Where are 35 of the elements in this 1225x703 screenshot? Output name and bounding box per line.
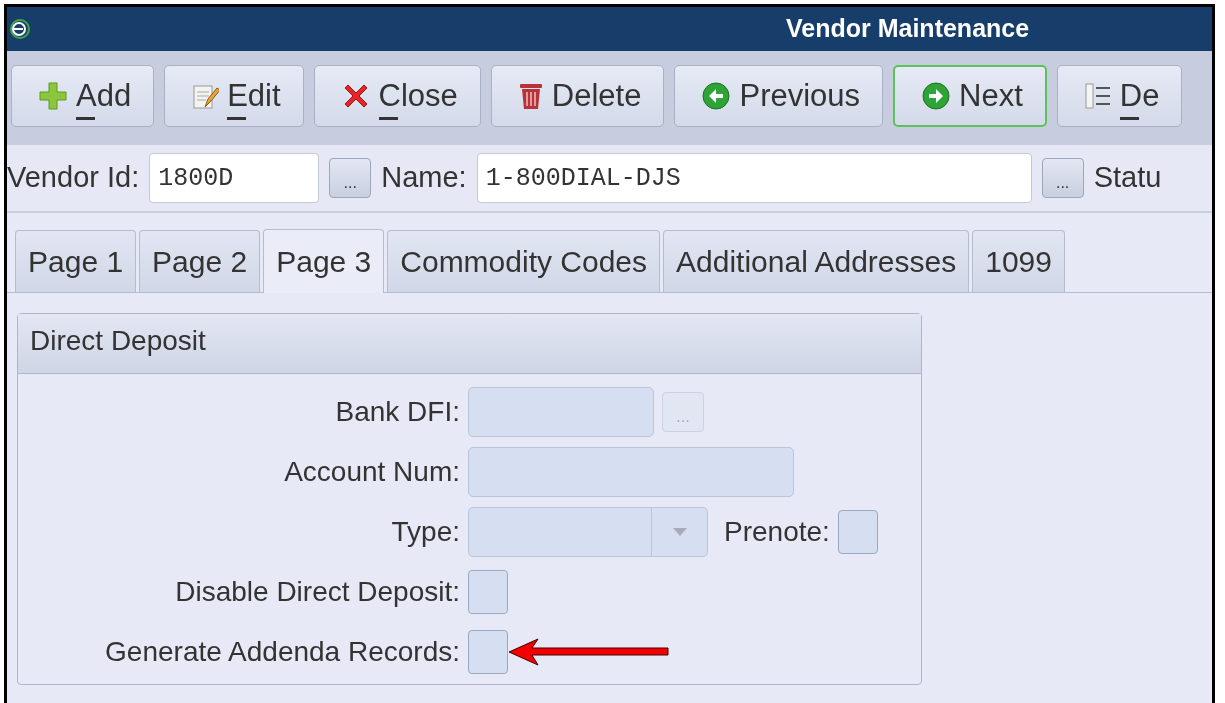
toolbar-button[interactable]: Add <box>11 65 155 127</box>
lookup-button[interactable]: ... <box>329 158 372 198</box>
tab[interactable]: Commodity Codes <box>387 230 661 292</box>
checkbox[interactable] <box>468 630 508 674</box>
caret-icon <box>672 528 687 536</box>
tab[interactable]: Page 2 <box>139 230 261 292</box>
toolbar-button[interactable]: Previous <box>674 65 884 127</box>
app-logo-icon <box>9 17 31 41</box>
plus-icon <box>38 81 68 111</box>
text-field[interactable]: 1-800DIAL-DJS <box>476 153 1032 203</box>
field-label: Prenote: <box>724 515 830 549</box>
trash-icon <box>517 81 544 111</box>
toolbar-button[interactable]: De <box>1056 65 1183 127</box>
toolbar-button[interactable]: Delete <box>490 65 665 127</box>
tab[interactable]: Page 1 <box>15 230 137 292</box>
toolbar-button[interactable]: Edit <box>164 65 304 127</box>
group-title: Direct Deposit <box>18 314 921 374</box>
toolbar-button[interactable]: Close <box>313 65 481 127</box>
field-label: Account Num: <box>283 455 461 489</box>
field-label: Disable Direct Deposit: <box>174 575 461 609</box>
toolbar-button[interactable]: Next <box>893 65 1047 127</box>
tab[interactable]: 1099 <box>972 230 1065 292</box>
field-label: Vendor Id: <box>7 160 140 196</box>
tab[interactable]: Page 3 <box>263 229 385 293</box>
field-label: Type: <box>390 515 461 549</box>
checkbox[interactable] <box>468 570 508 614</box>
tab[interactable]: Additional Addresses <box>663 230 970 292</box>
field-label: Bank DFI: <box>334 395 461 429</box>
window-title: Vendor Maintenance <box>786 13 1030 45</box>
field-label: Name: <box>381 160 467 196</box>
field-label: Statu <box>1093 160 1162 196</box>
text-field[interactable]: 1800D <box>149 153 320 203</box>
list-icon <box>1083 81 1112 111</box>
field-label: Generate Addenda Records: <box>104 635 461 669</box>
lookup-button[interactable]: ... <box>1041 158 1084 198</box>
